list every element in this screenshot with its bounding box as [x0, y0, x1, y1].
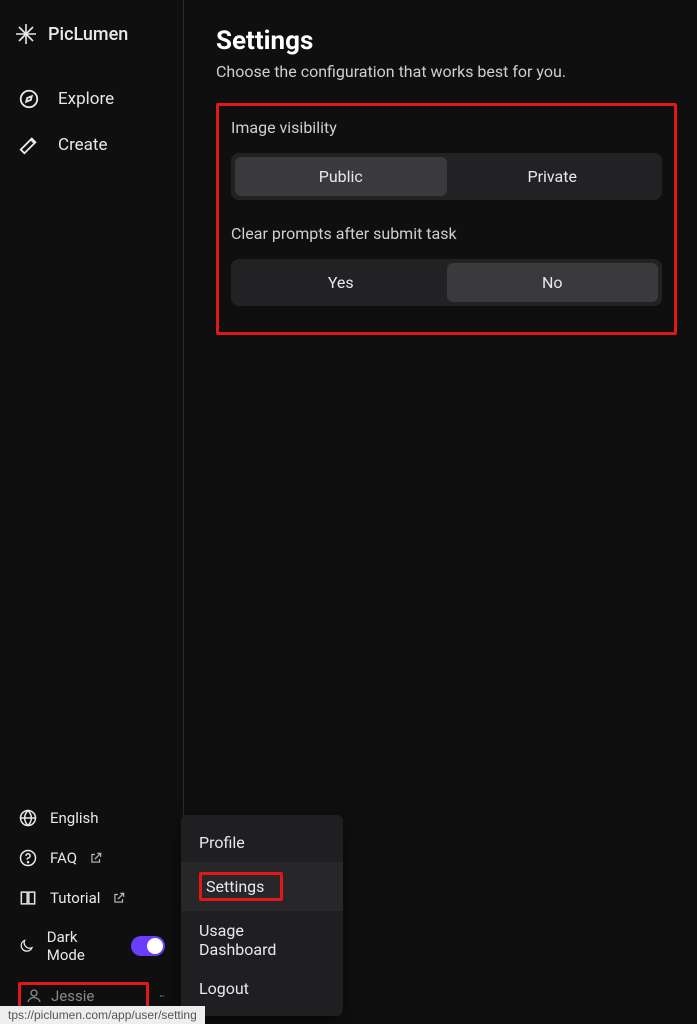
sparkle-icon [14, 22, 38, 46]
menu-item-label: Profile [199, 833, 245, 852]
visibility-private[interactable]: Private [447, 157, 659, 196]
page-title: Settings [216, 26, 677, 56]
menu-item-label: Logout [199, 979, 249, 998]
user-menu-profile[interactable]: Profile [181, 823, 343, 862]
user-menu-popover: Profile Settings Usage Dashboard Logout [181, 815, 343, 1016]
menu-item-label: Usage Dashboard [199, 921, 276, 959]
segment-label: Yes [328, 273, 354, 292]
tutorial-link[interactable]: Tutorial [12, 880, 171, 916]
tutorial-label: Tutorial [50, 889, 100, 907]
dark-mode-toggle[interactable] [131, 936, 165, 956]
dark-mode-label: Dark Mode [47, 928, 108, 964]
language-label: English [50, 809, 99, 827]
brand-name: PicLumen [48, 24, 128, 45]
setting-label: Clear prompts after submit task [231, 224, 662, 243]
setting-image-visibility: Image visibility Public Private [231, 118, 662, 200]
segment-label: No [542, 273, 563, 292]
external-link-icon [89, 851, 103, 865]
setting-label: Image visibility [231, 118, 662, 137]
faq-label: FAQ [50, 849, 77, 867]
status-url-hint: tps://piclumen.com/app/user/setting [0, 1006, 205, 1024]
segment-label: Public [319, 167, 363, 186]
sidebar-item-create[interactable]: Create [0, 122, 183, 168]
settings-panel: Image visibility Public Private Clear pr… [216, 103, 677, 335]
help-icon [18, 848, 38, 868]
user-menu-logout[interactable]: Logout [181, 969, 343, 1008]
user-icon [25, 987, 43, 1005]
compass-icon [18, 88, 40, 110]
user-menu-settings[interactable]: Settings [181, 862, 343, 911]
visibility-segmented: Public Private [231, 153, 662, 200]
clear-prompts-segmented: Yes No [231, 259, 662, 306]
user-menu-usage-dashboard[interactable]: Usage Dashboard [181, 911, 343, 969]
book-icon [18, 888, 38, 908]
menu-item-label: Settings [199, 872, 283, 901]
globe-icon [18, 808, 38, 828]
setting-clear-prompts: Clear prompts after submit task Yes No [231, 224, 662, 306]
sidebar-bottom: English FAQ Tutorial [0, 800, 183, 1014]
segment-label: Private [528, 167, 577, 186]
pen-icon [18, 134, 40, 156]
sidebar-item-label: Explore [58, 89, 114, 109]
sidebar-top: PicLumen Explore Create [0, 22, 183, 168]
faq-link[interactable]: FAQ [12, 840, 171, 876]
page-subtitle: Choose the configuration that works best… [216, 62, 677, 81]
visibility-public[interactable]: Public [235, 157, 447, 196]
brand[interactable]: PicLumen [0, 22, 183, 76]
moon-icon [18, 936, 35, 956]
more-icon[interactable] [159, 987, 165, 1005]
sidebar-item-explore[interactable]: Explore [0, 76, 183, 122]
user-name: Jessie [51, 987, 94, 1005]
clear-prompts-yes[interactable]: Yes [235, 263, 447, 302]
clear-prompts-no[interactable]: No [447, 263, 659, 302]
sidebar-item-label: Create [58, 135, 108, 155]
language-selector[interactable]: English [12, 800, 171, 836]
external-link-icon [112, 891, 126, 905]
sidebar: PicLumen Explore Create [0, 0, 184, 1024]
dark-mode-row: Dark Mode [12, 920, 171, 972]
